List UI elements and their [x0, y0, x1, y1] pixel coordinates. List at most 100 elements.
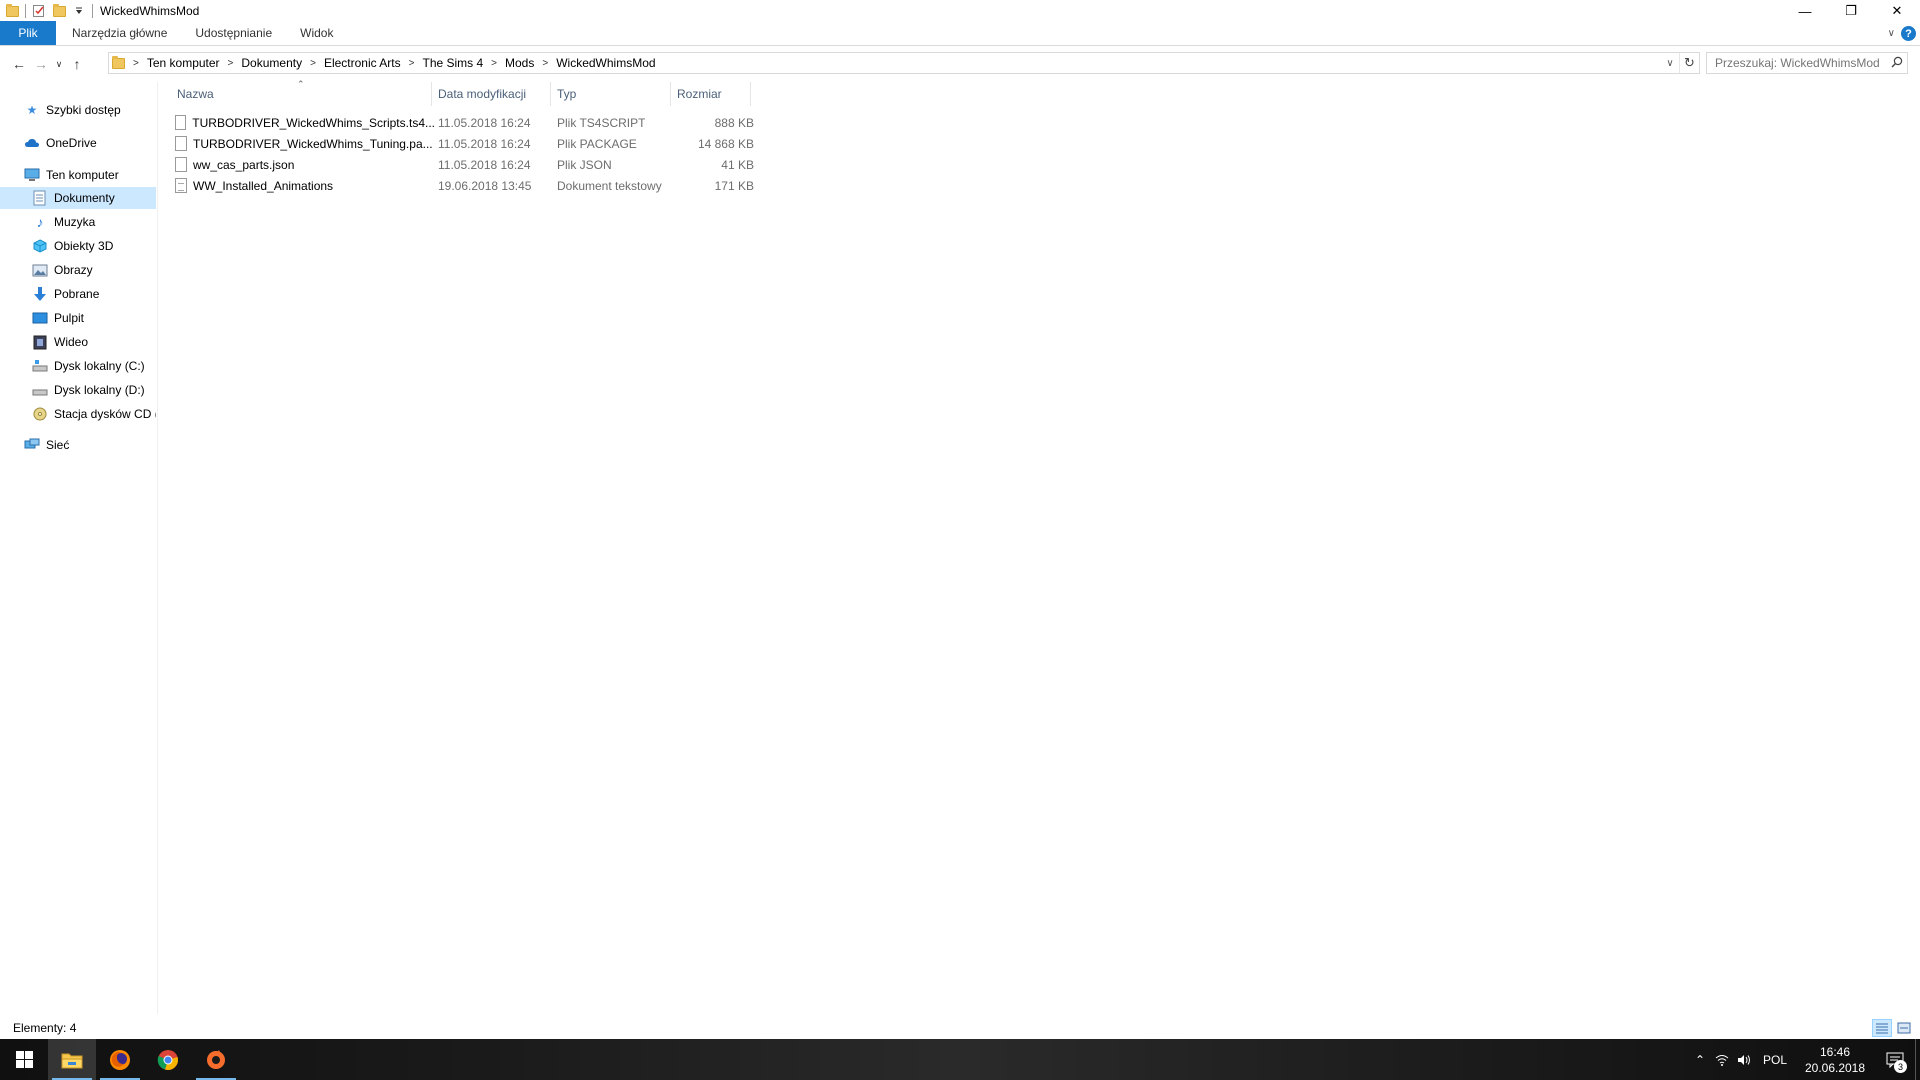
action-center-button[interactable]: 3: [1875, 1039, 1915, 1080]
windows-logo-icon: [15, 1051, 33, 1068]
column-header-name[interactable]: Nazwa: [171, 82, 432, 106]
sidebar-item-drive-c[interactable]: Dysk lokalny (C:): [0, 355, 156, 377]
wifi-icon[interactable]: [1711, 1039, 1733, 1080]
sidebar-item-documents[interactable]: Dokumenty: [0, 187, 156, 209]
tab-view[interactable]: Widok: [286, 21, 347, 45]
tab-share[interactable]: Udostępnianie: [181, 21, 286, 45]
music-icon: ♪: [36, 214, 44, 230]
sidebar-item-pictures[interactable]: Obrazy: [0, 259, 156, 281]
taskbar-firefox[interactable]: [96, 1039, 144, 1080]
back-button[interactable]: ←: [8, 53, 30, 75]
sidebar-item-downloads[interactable]: Pobrane: [0, 283, 156, 305]
breadcrumb-mods[interactable]: Mods: [505, 56, 534, 70]
column-header-type[interactable]: Typ: [551, 82, 671, 106]
item-count: Elementy: 4: [13, 1021, 77, 1035]
sidebar-item-label: Dysk lokalny (D:): [54, 383, 145, 397]
file-modified: 11.05.2018 16:24: [438, 115, 531, 130]
address-history-dropdown-icon[interactable]: ∨: [1661, 53, 1679, 73]
sidebar-item-drive-d[interactable]: Dysk lokalny (D:): [0, 379, 156, 401]
help-icon[interactable]: ?: [1901, 26, 1916, 41]
drive-icon: [32, 382, 48, 398]
sidebar-item-this-pc[interactable]: Ten komputer: [0, 164, 156, 186]
file-size: 41 KB: [721, 157, 754, 172]
breadcrumb-this-pc[interactable]: Ten komputer: [147, 56, 220, 70]
tab-file[interactable]: Plik: [0, 21, 56, 45]
clock[interactable]: 16:46 20.06.2018: [1795, 1044, 1875, 1076]
table-row[interactable]: TURBODRIVER_WickedWhims_Scripts.ts4... 1…: [175, 112, 775, 133]
file-modified: 11.05.2018 16:24: [438, 157, 531, 172]
chevron-up-icon[interactable]: ⌃: [1689, 1039, 1711, 1080]
breadcrumb-electronic-arts[interactable]: Electronic Arts: [324, 56, 401, 70]
breadcrumb-wickedwhimsmod[interactable]: WickedWhimsMod: [556, 56, 655, 70]
file-type: Plik PACKAGE: [557, 136, 637, 151]
volume-icon[interactable]: [1733, 1039, 1755, 1080]
sidebar-item-onedrive[interactable]: OneDrive: [0, 132, 156, 154]
file-name: WW_Installed_Animations: [193, 178, 334, 193]
cd-drive-icon: [32, 406, 48, 422]
chevron-right-icon[interactable]: >: [409, 58, 415, 69]
sidebar-item-network[interactable]: Sieć: [0, 434, 156, 456]
show-desktop-button[interactable]: [1915, 1039, 1920, 1080]
file-size: 14 868 KB: [697, 136, 754, 151]
search-box[interactable]: [1706, 52, 1908, 74]
sidebar-item-music[interactable]: ♪ Muzyka: [0, 211, 156, 233]
chevron-right-icon[interactable]: >: [491, 58, 497, 69]
column-header-modified[interactable]: Data modyfikacji: [432, 82, 551, 106]
sidebar-item-desktop[interactable]: Pulpit: [0, 307, 156, 329]
breadcrumb-documents[interactable]: Dokumenty: [241, 56, 302, 70]
sidebar-item-videos[interactable]: Wideo: [0, 331, 156, 353]
divider: [92, 4, 93, 18]
search-input[interactable]: [1715, 56, 1885, 70]
star-icon: ★: [26, 103, 38, 117]
table-row[interactable]: ww_cas_parts.json 11.05.2018 16:24 Plik …: [175, 154, 775, 175]
file-list: ⌃ Nazwa Data modyfikacji Typ Rozmiar TUR…: [160, 79, 1920, 1014]
language-indicator[interactable]: POL: [1755, 1053, 1795, 1067]
desktop-icon: [32, 310, 48, 326]
ribbon-tabs: Plik Narzędzia główne Udostępnianie Wido…: [0, 21, 1920, 46]
sidebar-item-3d-objects[interactable]: Obiekty 3D: [0, 235, 156, 257]
forward-button[interactable]: →: [30, 53, 52, 75]
customize-toolbar-icon[interactable]: [71, 3, 87, 19]
details-view-icon[interactable]: [1872, 1019, 1892, 1037]
maximize-button[interactable]: ❐: [1828, 0, 1874, 22]
chevron-right-icon[interactable]: >: [542, 58, 548, 69]
file-name: TURBODRIVER_WickedWhims_Scripts.ts4...: [192, 115, 435, 130]
chevron-right-icon[interactable]: >: [133, 58, 139, 69]
refresh-icon[interactable]: ↻: [1679, 53, 1699, 73]
start-button[interactable]: [0, 1039, 48, 1080]
file-type: Plik TS4SCRIPT: [557, 115, 646, 130]
window-title: WickedWhimsMod: [100, 4, 200, 18]
file-name: TURBODRIVER_WickedWhims_Tuning.pa...: [193, 136, 433, 151]
table-row[interactable]: WW_Installed_Animations 19.06.2018 13:45…: [175, 175, 775, 196]
folder-icon[interactable]: [4, 3, 20, 19]
column-header-size[interactable]: Rozmiar: [671, 82, 751, 106]
search-icon[interactable]: [1891, 56, 1903, 71]
properties-icon[interactable]: [31, 3, 47, 19]
close-button[interactable]: ✕: [1874, 0, 1920, 22]
new-folder-icon[interactable]: [51, 3, 67, 19]
recent-locations-button[interactable]: ∨: [52, 53, 66, 75]
chevron-right-icon[interactable]: >: [310, 58, 316, 69]
title-bar: WickedWhimsMod — ❐ ✕: [0, 0, 1920, 22]
minimize-button[interactable]: —: [1782, 0, 1828, 22]
address-bar[interactable]: > Ten komputer > Dokumenty > Electronic …: [108, 52, 1700, 74]
taskbar-chrome[interactable]: [144, 1039, 192, 1080]
tab-home[interactable]: Narzędzia główne: [58, 21, 181, 45]
cloud-icon: [24, 135, 40, 151]
sidebar-item-label: OneDrive: [46, 136, 97, 150]
taskbar-origin[interactable]: [192, 1039, 240, 1080]
table-row[interactable]: TURBODRIVER_WickedWhims_Tuning.pa... 11.…: [175, 133, 775, 154]
sidebar-item-cd-drive[interactable]: Stacja dysków CD (E: [0, 403, 156, 425]
window-controls: — ❐ ✕: [1782, 0, 1920, 22]
up-button[interactable]: ↑: [66, 53, 88, 75]
large-icons-view-icon[interactable]: [1894, 1019, 1914, 1037]
chevron-right-icon[interactable]: >: [228, 58, 234, 69]
network-icon: [24, 437, 40, 453]
expand-ribbon-icon[interactable]: ∨: [1888, 28, 1895, 39]
taskbar-file-explorer[interactable]: [48, 1039, 96, 1080]
sidebar-item-quick-access[interactable]: ★ Szybki dostęp: [0, 99, 156, 121]
address-actions: ∨ ↻: [1661, 53, 1699, 73]
file-name: ww_cas_parts.json: [193, 157, 295, 172]
breadcrumb-the-sims-4[interactable]: The Sims 4: [422, 56, 483, 70]
clock-date: 20.06.2018: [1804, 1060, 1866, 1075]
